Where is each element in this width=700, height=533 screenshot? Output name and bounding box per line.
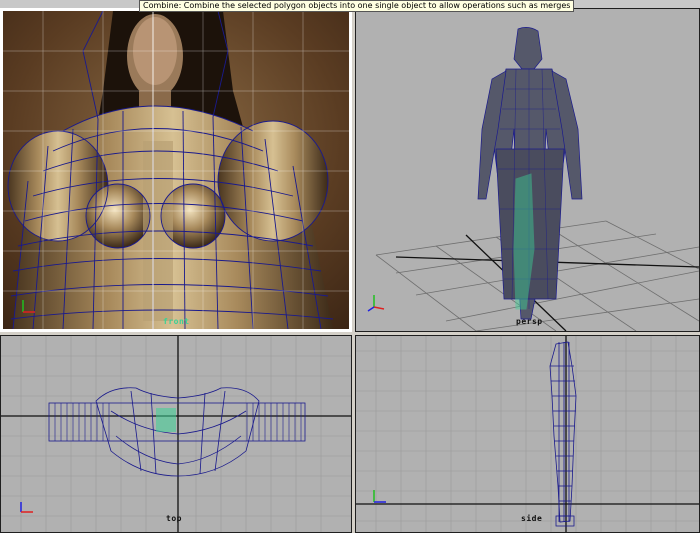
persp-viewport[interactable]: persp: [355, 8, 700, 332]
viewport-divider-vertical[interactable]: [352, 8, 355, 533]
axis-gizmo-icon: [22, 300, 35, 313]
front-viewport[interactable]: front: [0, 8, 352, 332]
viewport-label-front: front: [163, 317, 190, 326]
viewport-label-persp: persp: [516, 317, 543, 326]
viewport-label-side: side: [521, 514, 543, 523]
side-viewport[interactable]: side: [355, 335, 700, 533]
viewport-divider-horizontal[interactable]: [0, 332, 700, 335]
axis-gizmo-icon: [367, 295, 385, 312]
tooltip: Combine: Combine the selected polygon ob…: [139, 0, 574, 12]
top-viewport[interactable]: top: [0, 335, 352, 533]
viewport-label-top: top: [166, 514, 182, 523]
axis-gizmo-icon: [373, 490, 386, 503]
axis-gizmo-icon: [20, 502, 33, 513]
